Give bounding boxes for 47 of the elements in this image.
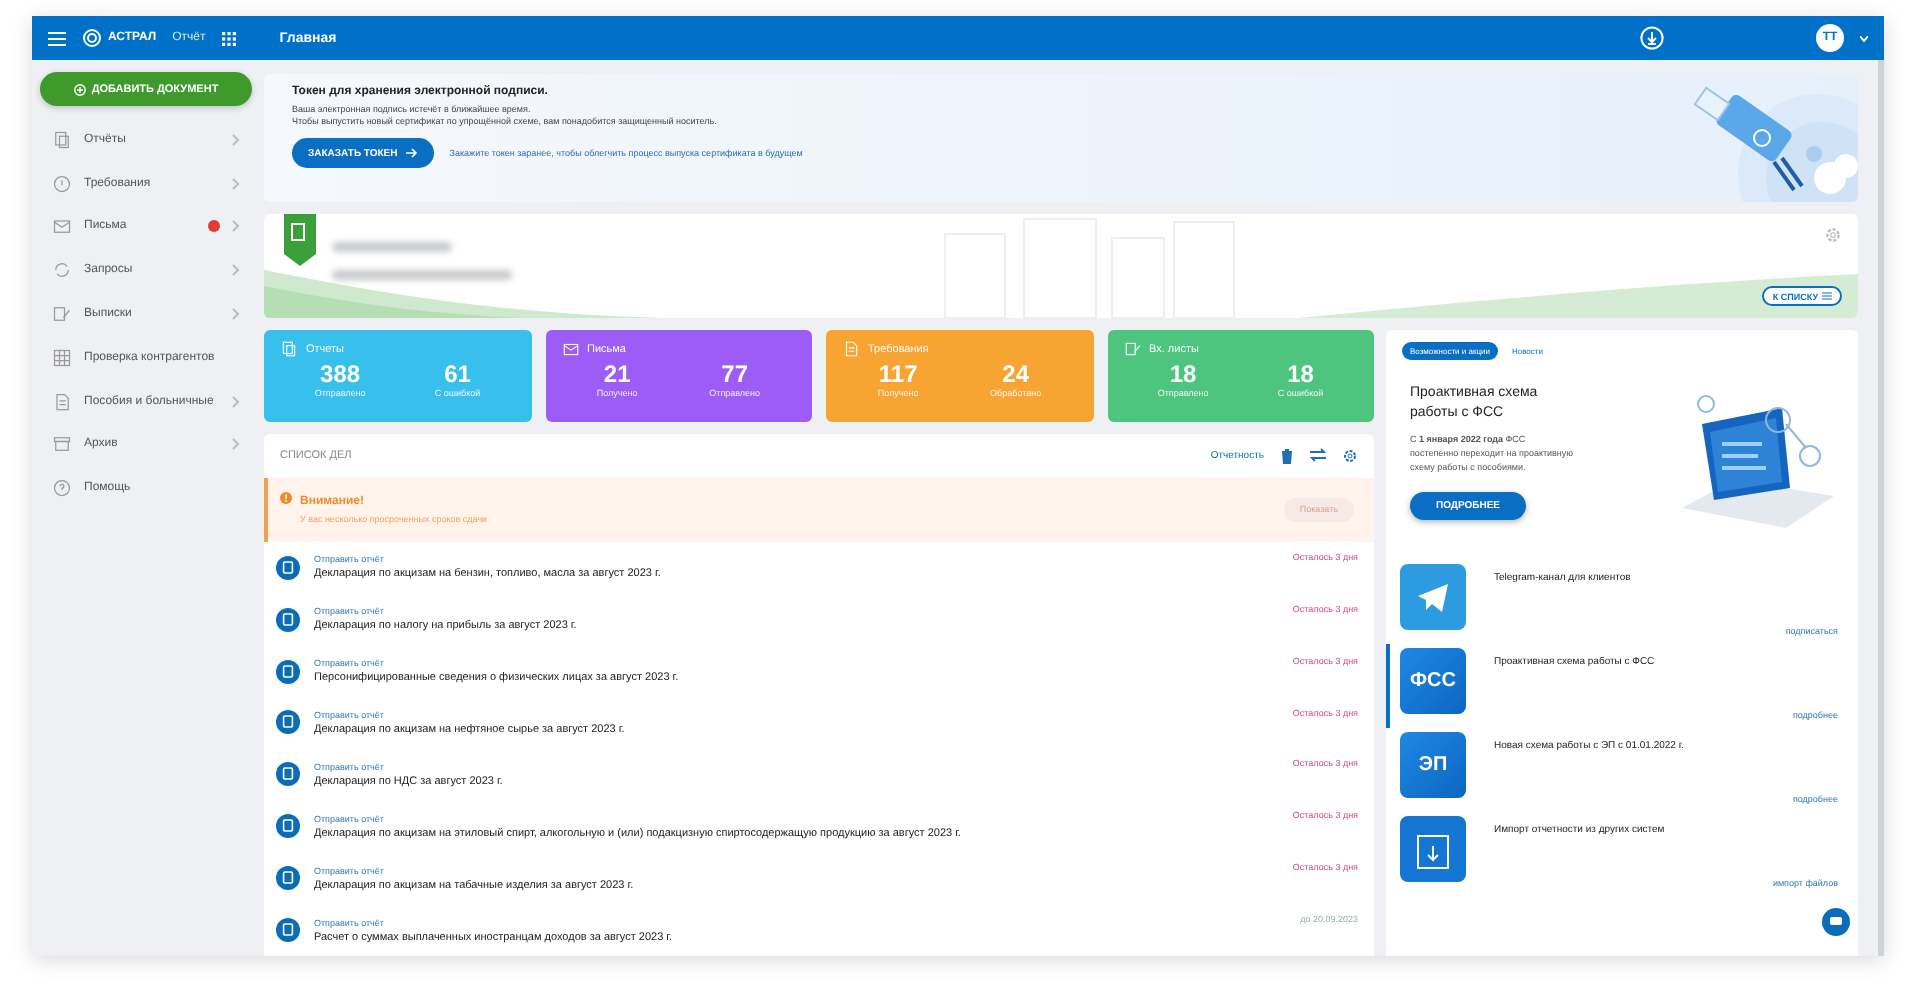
- caret-icon[interactable]: [1860, 35, 1868, 41]
- arrow-right-icon: [405, 148, 418, 158]
- stat-number: 24: [1002, 362, 1029, 388]
- stat-number: 77: [721, 362, 749, 388]
- envelope-icon: [561, 340, 579, 358]
- document-icon: [52, 391, 72, 412]
- document-badge-icon: [276, 866, 300, 891]
- logo-icon: [82, 28, 102, 48]
- stat-number: 61: [444, 362, 471, 388]
- help-circle-icon: [52, 478, 72, 499]
- document-badge-icon: [276, 659, 300, 684]
- document-badge-icon: [276, 710, 300, 735]
- document-badge-icon: [276, 762, 300, 787]
- edit-document-icon: [52, 304, 72, 325]
- building-grid-icon: [52, 347, 72, 368]
- settings-icon[interactable]: [1342, 447, 1358, 464]
- sync-icon: [52, 260, 72, 281]
- news-tile: ФСС: [1400, 648, 1466, 714]
- download-icon[interactable]: [1640, 26, 1664, 50]
- menu-icon[interactable]: [48, 31, 66, 45]
- plus-circle-icon: [73, 83, 86, 95]
- document-badge-icon: [276, 607, 300, 632]
- news-tile: ЭП: [1400, 732, 1466, 798]
- document-stack-icon: [280, 340, 298, 358]
- document-badge-icon: [276, 814, 300, 839]
- stat-number: 388: [320, 362, 361, 388]
- document-icon: [842, 340, 860, 358]
- stat-number: 18: [1169, 362, 1197, 388]
- swap-icon[interactable]: [1310, 448, 1326, 463]
- warning-icon: [280, 491, 292, 504]
- redacted-name: [332, 242, 452, 252]
- stat-number: 21: [603, 362, 631, 388]
- chat-icon[interactable]: [1822, 908, 1850, 936]
- import-folder-icon: [1400, 816, 1466, 882]
- document-badge-icon: [276, 918, 300, 943]
- document-stack-icon: [52, 129, 72, 150]
- document-badge-icon: [276, 555, 300, 580]
- list-icon: [1822, 292, 1832, 300]
- stat-number: 117: [878, 362, 918, 388]
- envelope-icon: [52, 216, 72, 237]
- trash-icon[interactable]: [1280, 447, 1294, 464]
- archive-box-icon: [52, 434, 72, 455]
- telegram-icon: [1400, 564, 1466, 630]
- edit-document-icon: [1123, 340, 1141, 358]
- info-circle-icon: [52, 173, 72, 194]
- stat-number: 18: [1287, 362, 1314, 388]
- apps-grid-icon[interactable]: [221, 31, 236, 45]
